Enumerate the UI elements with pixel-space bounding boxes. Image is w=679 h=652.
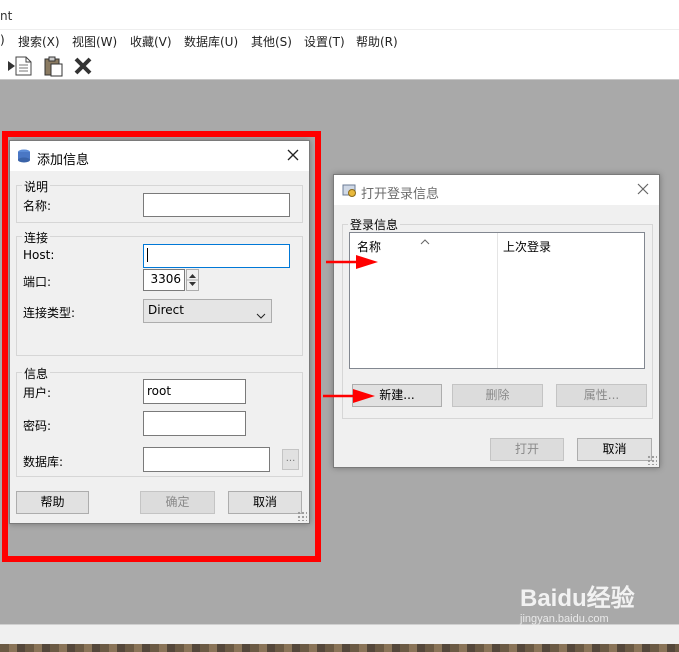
login-list[interactable]: 名称 上次登录 xyxy=(349,232,645,369)
close-icon[interactable] xyxy=(635,181,651,197)
menu-item-settings[interactable]: 设置(T) xyxy=(304,33,345,50)
annotation-arrow xyxy=(326,255,378,269)
delete-button[interactable]: 删除 xyxy=(452,384,543,407)
document-icon[interactable] xyxy=(12,55,34,77)
column-header-last-login[interactable]: 上次登录 xyxy=(503,238,551,255)
menu-item-help[interactable]: 帮助(R) xyxy=(356,33,398,50)
watermark-url: jingyan.baidu.com xyxy=(520,613,609,625)
menu-item-database[interactable]: 数据库(U) xyxy=(184,33,238,50)
background-strip xyxy=(0,644,679,652)
sort-up-icon xyxy=(420,234,430,248)
app-title-bar: nt xyxy=(0,0,679,30)
properties-button[interactable]: 属性... xyxy=(556,384,647,407)
menu-bar: ) 搜索(X) 视图(W) 收藏(V) 数据库(U) 其他(S) 设置(T) 帮… xyxy=(0,30,679,52)
app-title: nt xyxy=(0,9,13,23)
open-dialog-titlebar: 打开登录信息 xyxy=(334,175,659,205)
login-info-group-label: 登录信息 xyxy=(348,216,401,233)
baidu-watermark: Baidu经验 jingyan.baidu.com xyxy=(520,578,635,625)
open-login-dialog: 打开登录信息 登录信息 名称 上次登录 新建... 删除 属性... 打开 取消 xyxy=(333,174,660,468)
menu-item-favorites[interactable]: 收藏(V) xyxy=(130,33,172,50)
status-bar xyxy=(0,624,679,644)
menu-item-other[interactable]: 其他(S) xyxy=(251,33,292,50)
login-info-icon xyxy=(342,183,356,200)
annotation-arrow xyxy=(323,389,375,403)
open-button[interactable]: 打开 xyxy=(490,438,564,461)
delete-x-icon[interactable] xyxy=(72,55,94,77)
watermark-brand: Baidu经验 xyxy=(520,585,635,612)
open-dialog-title: 打开登录信息 xyxy=(361,187,440,202)
paste-icon[interactable] xyxy=(42,55,64,77)
resize-grip[interactable] xyxy=(647,455,657,465)
menu-item-search[interactable]: 搜索(X) xyxy=(18,33,60,50)
annotation-frame xyxy=(2,131,321,562)
toolbar xyxy=(0,52,679,80)
menu-item-view[interactable]: 视图(W) xyxy=(72,33,117,50)
menu-item-partial[interactable]: ) xyxy=(0,33,5,47)
cancel-button[interactable]: 取消 xyxy=(577,438,652,461)
